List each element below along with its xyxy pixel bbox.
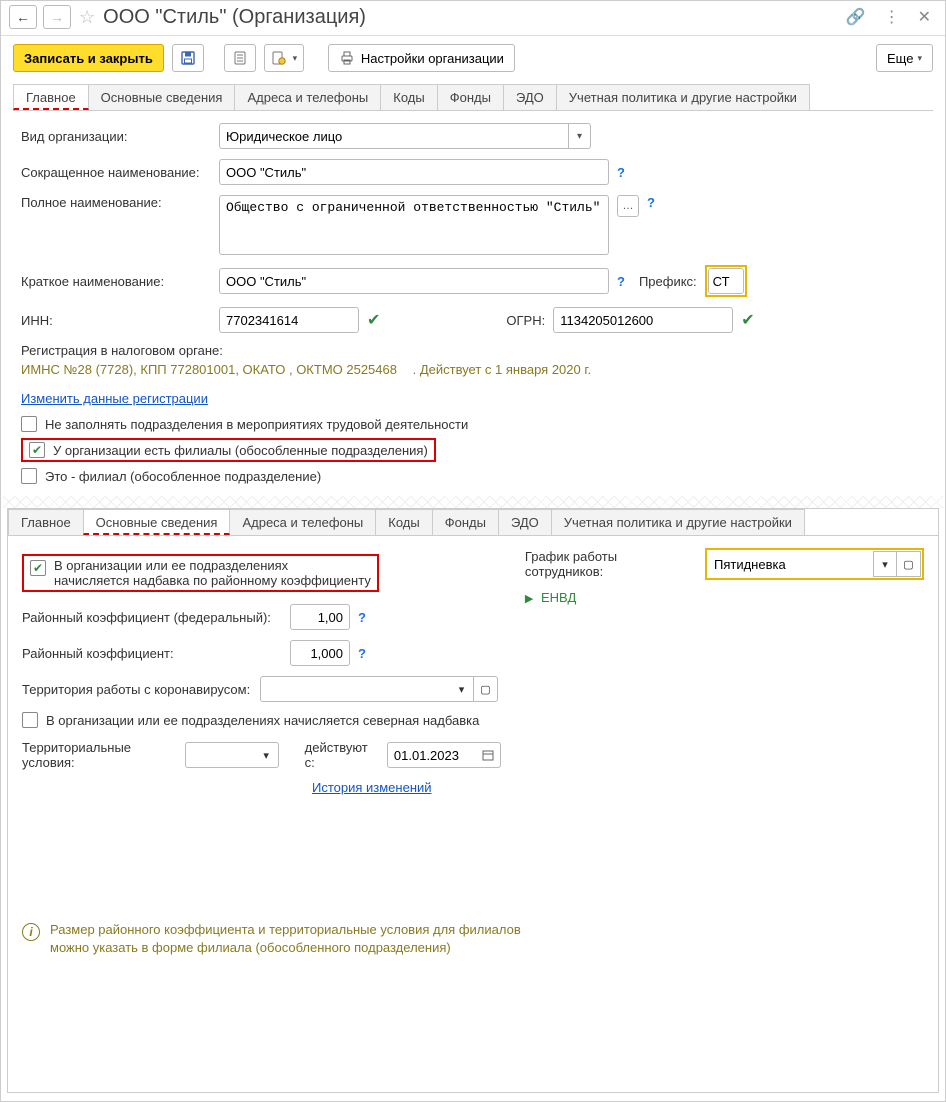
inn-label: ИНН: <box>21 313 211 328</box>
tax-reg-label: Регистрация в налоговом органе: <box>21 343 925 358</box>
tax-reg-date: . Действует с 1 января 2020 г. <box>413 362 592 377</box>
tab2-adresa[interactable]: Адреса и телефоны <box>229 509 376 535</box>
printer-icon <box>339 50 355 66</box>
inn-input[interactable] <box>219 307 359 333</box>
covid-territory-dropdown[interactable]: ▾ <box>450 676 474 702</box>
save-and-close-button[interactable]: Записать и закрыть <box>13 44 164 72</box>
chk-has-branches[interactable] <box>29 442 45 458</box>
tab-adresa[interactable]: Адреса и телефоны <box>234 84 381 110</box>
chk-dont-fill[interactable] <box>21 416 37 432</box>
tab-osnovnye[interactable]: Основные сведения <box>88 84 236 110</box>
effective-date-input[interactable] <box>387 742 477 768</box>
chk-is-branch-label: Это - филиал (обособленное подразделение… <box>45 469 321 484</box>
short-name-label: Сокращенное наименование: <box>21 165 211 180</box>
rk-fed-label: Районный коэффициент (федеральный): <box>22 610 282 625</box>
chk-dont-fill-label: Не заполнять подразделения в мероприятия… <box>45 417 468 432</box>
schedule-open[interactable]: ▢ <box>897 551 921 577</box>
save-button[interactable] <box>172 44 204 72</box>
help-rk-fed[interactable]: ? <box>358 610 366 625</box>
link-icon[interactable]: 🔗 <box>840 7 872 27</box>
org-settings-button[interactable]: Настройки организации <box>328 44 515 72</box>
tabs-details: Главное Основные сведения Адреса и телеф… <box>8 509 938 536</box>
info-text: Размер районного коэффициента и территор… <box>50 921 530 956</box>
document-gear-icon <box>271 50 287 66</box>
org-kind-label: Вид организации: <box>21 129 211 144</box>
tab2-fondy[interactable]: Фонды <box>432 509 499 535</box>
tab-kody[interactable]: Коды <box>380 84 437 110</box>
calendar-icon <box>482 749 494 761</box>
floppy-icon <box>180 50 196 66</box>
schedule-input[interactable] <box>708 552 873 576</box>
short-name-input[interactable] <box>219 159 609 185</box>
org-kind-input[interactable] <box>219 123 569 149</box>
ogrn-valid-icon: ✔ <box>741 310 754 330</box>
prefix-input[interactable] <box>708 268 744 294</box>
brief-name-label: Краткое наименование: <box>21 274 211 289</box>
full-name-label: Полное наименование: <box>21 195 211 210</box>
more-button[interactable]: Еще ▾ <box>876 44 933 72</box>
tab-policy[interactable]: Учетная политика и другие настройки <box>556 84 810 110</box>
change-registration-link[interactable]: Изменить данные регистрации <box>21 391 208 406</box>
info-icon: i <box>22 923 40 941</box>
covid-territory-open[interactable]: ▢ <box>474 676 498 702</box>
nav-forward-button[interactable]: → <box>43 5 71 29</box>
ogrn-label: ОГРН: <box>506 313 545 328</box>
prefix-label: Префикс: <box>639 274 697 289</box>
territory-label: Территориальные условия: <box>22 740 177 770</box>
help-full-name[interactable]: ? <box>647 195 655 210</box>
history-link[interactable]: История изменений <box>312 780 432 795</box>
tab2-kody[interactable]: Коды <box>375 509 432 535</box>
schedule-dropdown[interactable]: ▾ <box>873 551 897 577</box>
document-icon <box>232 50 248 66</box>
tax-reg-text: ИМНС №28 (7728), КПП 772801001, ОКАТО , … <box>21 362 397 377</box>
report-button[interactable] <box>224 44 256 72</box>
nav-back-button[interactable]: ← <box>9 5 37 29</box>
ogrn-input[interactable] <box>553 307 733 333</box>
chevron-right-icon: ▶ <box>525 593 533 605</box>
calendar-button[interactable] <box>477 742 501 768</box>
org-kind-dropdown[interactable]: ▾ <box>569 123 591 149</box>
chk-north[interactable] <box>22 712 38 728</box>
effective-label: действуют с: <box>305 740 379 770</box>
help-brief-name[interactable]: ? <box>617 274 625 289</box>
schedule-label: График работы сотрудников: <box>525 549 697 579</box>
kebab-icon[interactable]: ⋮ <box>878 7 906 27</box>
chk-region-coef-label: В организации или ее подразделениях начи… <box>54 558 371 588</box>
more-label: Еще <box>887 51 913 66</box>
chk-north-label: В организации или ее подразделениях начи… <box>46 713 479 728</box>
inn-valid-icon: ✔ <box>367 310 380 330</box>
envd-toggle[interactable]: ▶ ЕНВД <box>525 590 924 605</box>
org-settings-label: Настройки организации <box>361 51 504 66</box>
tabs-main: Главное Основные сведения Адреса и телеф… <box>13 84 933 111</box>
close-icon[interactable]: ✕ <box>912 7 937 27</box>
window-title: ООО "Стиль" (Организация) <box>103 6 834 29</box>
chk-has-branches-label: У организации есть филиалы (обособленные… <box>53 443 428 458</box>
tab2-osnovnye[interactable]: Основные сведения <box>83 509 231 535</box>
chk-is-branch[interactable] <box>21 468 37 484</box>
attach-button[interactable]: ▾ <box>264 44 304 72</box>
tab-glavnoe[interactable]: Главное <box>13 84 89 110</box>
panel-divider <box>3 496 943 508</box>
tab-edo[interactable]: ЭДО <box>503 84 557 110</box>
rk-input[interactable] <box>290 640 350 666</box>
rk-label: Районный коэффициент: <box>22 646 282 661</box>
territory-dropdown[interactable]: ▾ <box>255 742 279 768</box>
chk-region-coef[interactable] <box>30 560 46 576</box>
covid-territory-label: Территория работы с коронавирусом: <box>22 682 252 697</box>
tab-fondy[interactable]: Фонды <box>437 84 504 110</box>
envd-label: ЕНВД <box>541 590 576 605</box>
covid-territory-input[interactable] <box>260 676 450 702</box>
rk-fed-input[interactable] <box>290 604 350 630</box>
territory-input[interactable] <box>185 742 255 768</box>
tab2-glavnoe[interactable]: Главное <box>8 509 84 535</box>
tab2-policy[interactable]: Учетная политика и другие настройки <box>551 509 805 535</box>
favorite-icon[interactable]: ☆ <box>79 7 95 28</box>
full-name-input[interactable]: Общество с ограниченной ответственностью… <box>219 195 609 255</box>
help-rk[interactable]: ? <box>358 646 366 661</box>
chevron-down-icon: ▾ <box>917 53 922 64</box>
full-name-expand-button[interactable]: … <box>617 195 639 217</box>
tab2-edo[interactable]: ЭДО <box>498 509 552 535</box>
brief-name-input[interactable] <box>219 268 609 294</box>
help-short-name[interactable]: ? <box>617 165 625 180</box>
